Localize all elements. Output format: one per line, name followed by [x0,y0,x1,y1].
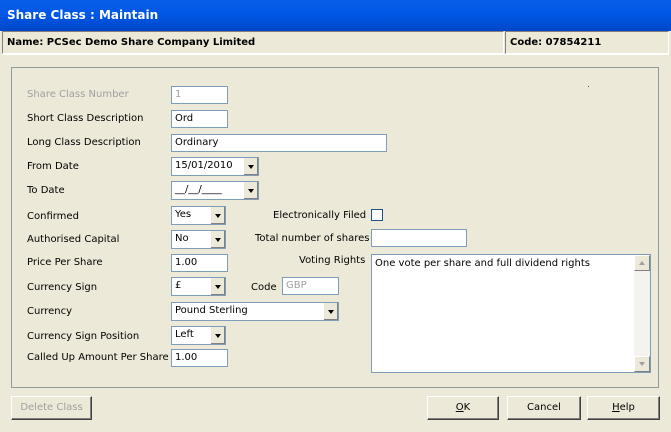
voting-rights-label: Voting Rights [299,255,366,266]
currency-sign-select[interactable]: £ [171,277,226,296]
window-title: Share Class : Maintain [7,8,159,22]
code-label: Code [251,282,277,293]
currency-sign-position-value: Left [175,329,194,340]
delete-class-button[interactable]: Delete Class [11,396,92,420]
ok-label-rest: K [463,402,471,413]
currency-sign-position-label: Currency Sign Position [27,331,140,342]
long-class-description-field[interactable]: Ordinary [171,134,387,152]
decorative-dot [588,86,589,87]
authorised-capital-select[interactable]: No [171,230,226,249]
confirmed-dropdown-icon[interactable] [210,207,225,224]
from-date-value: 15/01/2010 [175,160,233,171]
currency-sign-value: £ [175,280,182,291]
authorised-capital-label: Authorised Capital [27,234,120,245]
currency-sign-position-dropdown-icon[interactable] [210,327,225,344]
from-date-label: From Date [27,161,79,172]
confirmed-label: Confirmed [27,211,79,222]
called-up-amount-field[interactable]: 1.00 [171,349,228,367]
company-name: Name: PCSec Demo Share Company Limited [7,37,256,48]
short-class-description-label: Short Class Description [27,113,144,124]
total-shares-field[interactable] [371,229,467,247]
called-up-amount-label: Called Up Amount Per Share [27,352,169,363]
help-label-rest: elp [619,402,635,413]
title-bar: Share Class : Maintain [0,0,671,31]
authorised-capital-dropdown-icon[interactable] [210,231,225,248]
currency-sign-dropdown-icon[interactable] [210,278,225,295]
currency-select[interactable]: Pound Sterling [171,302,339,321]
long-class-description-label: Long Class Description [27,137,141,148]
price-per-share-field[interactable]: 1.00 [171,254,228,272]
scroll-down-icon[interactable] [634,356,650,372]
short-class-description-field[interactable]: Ord [171,110,228,128]
currency-value: Pound Sterling [175,305,248,316]
authorised-capital-value: No [175,233,189,244]
total-shares-label: Total number of shares [255,233,370,244]
voting-rights-scrollbar[interactable] [634,255,650,372]
help-button[interactable]: Help [587,396,660,420]
info-bar: Name: PCSec Demo Share Company Limited C… [2,31,669,55]
cancel-button[interactable]: Cancel [507,396,581,420]
currency-dropdown-icon[interactable] [323,303,338,320]
voting-rights-text: One vote per share and full dividend rig… [375,258,590,269]
from-date-picker[interactable]: 15/01/2010 [171,157,259,176]
from-date-dropdown-icon[interactable] [243,158,258,175]
company-code-panel: Code: 07854211 [505,31,669,54]
to-date-label: To Date [27,185,65,196]
confirmed-select[interactable]: Yes [171,206,226,225]
share-class-number-label: Share Class Number [27,89,129,100]
company-code: Code: 07854211 [510,37,602,48]
code-field: GBP [282,277,339,295]
to-date-value: __/__/____ [175,184,222,195]
to-date-picker[interactable]: __/__/____ [171,181,259,200]
electronically-filed-checkbox[interactable] [371,209,383,221]
company-name-panel: Name: PCSec Demo Share Company Limited [2,31,504,54]
price-per-share-label: Price Per Share [27,257,103,268]
confirmed-value: Yes [175,209,192,220]
voting-rights-memo[interactable]: One vote per share and full dividend rig… [371,254,651,373]
ok-button[interactable]: OK [427,396,499,420]
ok-mnemonic: O [455,402,464,413]
electronically-filed-label: Electronically Filed [273,210,367,221]
currency-sign-label: Currency Sign [27,282,98,293]
share-class-number-field: 1 [171,86,228,104]
currency-sign-position-select[interactable]: Left [171,326,226,345]
currency-label: Currency [27,306,73,317]
help-mnemonic: H [612,402,620,413]
scroll-up-icon[interactable] [634,255,650,271]
to-date-dropdown-icon[interactable] [243,182,258,199]
